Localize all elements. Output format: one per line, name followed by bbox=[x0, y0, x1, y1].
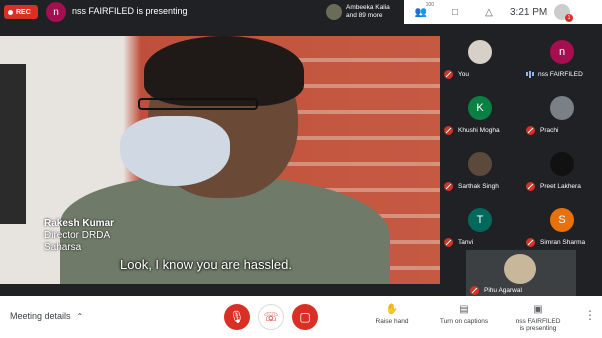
video-subtitle: Look, I know you are hassled. bbox=[120, 257, 292, 272]
more-options-button[interactable]: ⋮ bbox=[584, 308, 596, 322]
activities-button[interactable]: △ bbox=[472, 0, 506, 24]
audio-level-icon bbox=[526, 70, 534, 78]
presenting-status: nss FAIRFILED is presenting bbox=[72, 6, 188, 16]
raise-hand-button[interactable]: ✋ Raise hand bbox=[362, 304, 422, 325]
participant-avatar: T bbox=[468, 208, 492, 232]
participant-tile[interactable]: Pihu Agarwal bbox=[466, 250, 576, 296]
participant-photo bbox=[504, 254, 536, 284]
participant-avatar: n bbox=[550, 40, 574, 64]
joiner-more: and 89 more bbox=[346, 12, 383, 19]
participant-tile[interactable]: n nss FAIRFILED bbox=[522, 32, 602, 78]
presenting-line2: is presenting bbox=[519, 325, 557, 332]
participant-photo bbox=[468, 152, 492, 176]
background-gate bbox=[0, 64, 26, 224]
more-vert-icon: ⋮ bbox=[584, 308, 596, 322]
participant-tiles: You n nss FAIRFILED K Khushi Mogha Prach… bbox=[440, 24, 602, 296]
speaker-name: Rakesh Kumar bbox=[44, 218, 115, 229]
participant-name: Pihu Agarwal bbox=[484, 287, 522, 294]
participant-tile[interactable]: You bbox=[440, 32, 520, 79]
presenting-line1: nss FAIRFILED bbox=[515, 318, 561, 325]
camera-off-icon: ▢ bbox=[299, 310, 311, 324]
participant-tile[interactable]: Prachi bbox=[522, 88, 602, 135]
meeting-details-label: Meeting details bbox=[10, 311, 71, 321]
mic-off-icon bbox=[526, 238, 535, 247]
hang-up-icon: ☏ bbox=[263, 310, 279, 324]
participant-name: Preet Lakhera bbox=[540, 183, 581, 190]
participant-avatar: S bbox=[550, 208, 574, 232]
participant-name: nss FAIRFILED bbox=[538, 70, 583, 78]
mic-off-icon bbox=[444, 238, 453, 247]
meeting-details-button[interactable]: Meeting details ⌃ bbox=[10, 311, 83, 321]
speaker-role: Director DRDA bbox=[44, 230, 111, 241]
recording-label: REC bbox=[16, 8, 31, 16]
participant-name: You bbox=[458, 71, 469, 78]
participant-avatar: K bbox=[468, 96, 492, 120]
captions-icon: ▤ bbox=[459, 304, 469, 315]
hand-icon: ✋ bbox=[385, 304, 399, 315]
people-icon: 👥 bbox=[414, 6, 428, 18]
mic-toggle-button[interactable]: 🎙 bbox=[224, 304, 250, 330]
presentation-video: Rakesh Kumar Director DRDA Saharsa Look,… bbox=[0, 36, 440, 284]
participant-tile[interactable]: Sarthak Singh bbox=[440, 144, 520, 191]
participant-tile[interactable]: T Tanvi bbox=[440, 200, 520, 247]
mic-off-icon: 🎙 bbox=[229, 310, 245, 324]
participant-tile[interactable]: Preet Lakhera bbox=[522, 144, 602, 191]
participant-photo bbox=[468, 40, 492, 64]
participant-name: Simran Sharma bbox=[540, 239, 586, 246]
mic-off-icon bbox=[444, 126, 453, 135]
mic-off-icon bbox=[526, 182, 535, 191]
people-button[interactable]: 👥 100 bbox=[404, 0, 438, 24]
top-controls: 👥 100 □ △ 3:21 PM 1 bbox=[404, 0, 602, 24]
speaker-figure bbox=[60, 36, 390, 284]
raise-hand-label: Raise hand bbox=[375, 318, 409, 325]
presenting-button[interactable]: ▣ nss FAIRFILED is presenting bbox=[508, 304, 568, 332]
record-dot-icon bbox=[8, 9, 13, 15]
account-avatar[interactable]: 1 bbox=[554, 4, 573, 22]
joiner-avatar bbox=[326, 4, 342, 20]
mic-off-icon bbox=[444, 182, 453, 191]
present-screen-icon: ▣ bbox=[533, 304, 543, 315]
activities-icon: △ bbox=[485, 6, 493, 18]
mic-off-icon bbox=[444, 70, 453, 79]
participant-tile[interactable]: K Khushi Mogha bbox=[440, 88, 520, 135]
captions-button[interactable]: ▤ Turn on captions bbox=[434, 304, 494, 325]
participant-tile[interactable]: S Simran Sharma bbox=[522, 200, 602, 247]
mic-off-icon bbox=[526, 126, 535, 135]
participant-name: Sarthak Singh bbox=[458, 183, 499, 190]
top-bar: REC n nss FAIRFILED is presenting Ambeek… bbox=[0, 0, 602, 24]
notification-badge: 1 bbox=[565, 14, 573, 22]
chat-button[interactable]: □ bbox=[438, 0, 472, 24]
bottom-bar: Meeting details ⌃ 🎙 ☏ ▢ ✋ Raise hand ▤ T… bbox=[0, 296, 602, 338]
speaker-place: Saharsa bbox=[44, 242, 82, 253]
recording-badge: REC bbox=[4, 5, 38, 19]
camera-toggle-button[interactable]: ▢ bbox=[292, 304, 318, 330]
chevron-up-icon: ⌃ bbox=[76, 311, 84, 321]
presenter-avatar: n bbox=[46, 2, 66, 22]
participant-photo bbox=[550, 96, 574, 120]
leave-call-button[interactable]: ☏ bbox=[258, 304, 284, 330]
participant-name: Prachi bbox=[540, 127, 559, 134]
join-notification: Ambeeka Kalia and 89 more bbox=[326, 2, 390, 22]
captions-label: Turn on captions bbox=[439, 318, 489, 325]
joiner-name: Ambeeka Kalia bbox=[346, 4, 390, 11]
chat-icon: □ bbox=[451, 6, 459, 18]
mic-off-icon bbox=[470, 286, 479, 295]
participant-photo bbox=[550, 152, 574, 176]
clock: 3:21 PM bbox=[510, 6, 548, 18]
participant-name: Tanvi bbox=[458, 239, 474, 246]
participants-count: 100 bbox=[425, 2, 434, 8]
participant-name: Khushi Mogha bbox=[458, 127, 500, 134]
meet-window: REC n nss FAIRFILED is presenting Ambeek… bbox=[0, 0, 602, 338]
